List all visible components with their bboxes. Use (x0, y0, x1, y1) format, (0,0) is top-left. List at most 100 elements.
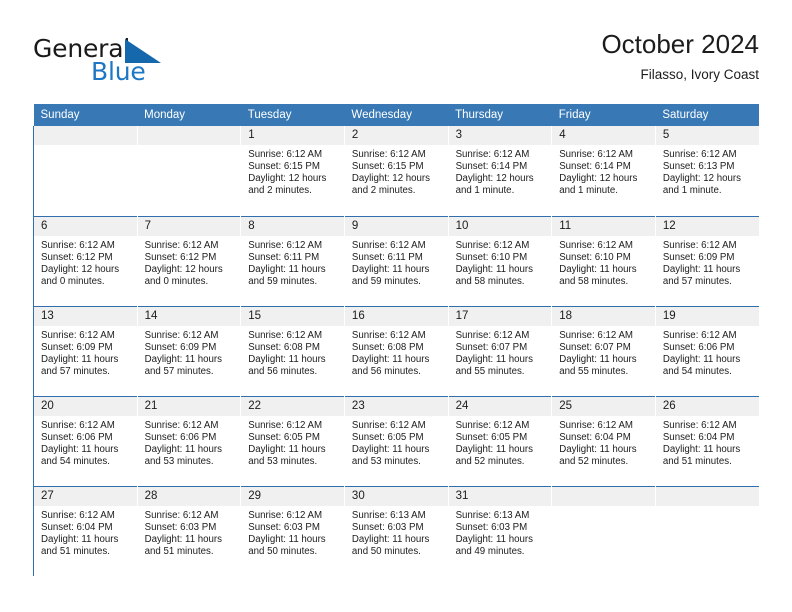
day-number: 20 (34, 396, 137, 416)
sunset-text: Sunset: 6:15 PM (248, 161, 320, 173)
sunset-text: Sunset: 6:15 PM (351, 161, 424, 173)
calendar-cell-day-16[interactable]: 16 Sunrise: 6:12 AM Sunset: 6:08 PM Dayligh… (343, 305, 449, 396)
sunrise-text: Sunrise: 6:12 AM (662, 329, 737, 341)
calendar-cell-day-12[interactable]: 12 Sunrise: 6:12 AM Sunset: 6:09 PM Dayligh… (654, 215, 759, 306)
calendar-cell-day-29[interactable]: 29 Sunrise: 6:12 AM Sunset: 6:03 PM Dayligh… (240, 485, 345, 576)
sunset-text: Sunset: 6:06 PM (41, 431, 113, 443)
calendar-cell-day-4[interactable]: 4 Sunrise: 6:12 AM Sunset: 6:14 PM Daylight… (551, 126, 656, 216)
sunrise-text: Sunrise: 6:12 AM (351, 419, 426, 431)
calendar-cell-day-10[interactable]: 10 Sunrise: 6:12 AM Sunset: 6:10 PM Dayligh… (447, 215, 552, 306)
calendar-cell-day-17[interactable]: 17 Sunrise: 6:12 AM Sunset: 6:07 PM Dayligh… (447, 305, 552, 396)
daylight-text: Daylight: 12 hours and 0 minutes. (41, 263, 120, 287)
day-details: Sunrise: 6:12 AM Sunset: 6:06 PM Daylight:… (34, 416, 137, 468)
calendar-cell-day-30[interactable]: 30 Sunrise: 6:13 AM Sunset: 6:03 PM Dayligh… (343, 485, 449, 576)
sunset-text: Sunset: 6:04 PM (559, 431, 631, 443)
sunrise-text: Sunrise: 6:12 AM (248, 419, 323, 431)
day-number: 10 (448, 216, 552, 236)
day-details: Sunrise: 6:12 AM Sunset: 6:12 PM Daylight:… (138, 236, 241, 288)
daylight-text: Daylight: 11 hours and 57 minutes. (41, 353, 119, 377)
calendar-cell-day-2[interactable]: 2 Sunrise: 6:12 AM Sunset: 6:15 PM Daylight… (343, 126, 449, 216)
calendar-cell-day-24[interactable]: 24 Sunrise: 6:12 AM Sunset: 6:05 PM Dayligh… (447, 395, 552, 486)
calendar-cell-day-1[interactable]: 1 Sunrise: 6:12 AM Sunset: 6:15 PM Daylight… (240, 126, 345, 216)
sunrise-text: Sunrise: 6:12 AM (662, 149, 737, 160)
day-number: 18 (552, 306, 655, 326)
sunrise-text: Sunrise: 6:12 AM (41, 239, 115, 251)
sunrise-text: Sunrise: 6:12 AM (144, 509, 219, 521)
sunrise-text: Sunrise: 6:12 AM (248, 239, 323, 251)
daylight-text: Daylight: 11 hours and 59 minutes. (351, 263, 430, 287)
day-number: 12 (655, 216, 759, 236)
daylight-text: Daylight: 11 hours and 54 minutes. (662, 353, 741, 377)
daylight-text: Daylight: 11 hours and 50 minutes. (351, 533, 430, 557)
calendar-cell-day-7[interactable]: 7 Sunrise: 6:12 AM Sunset: 6:12 PM Daylight… (136, 215, 241, 306)
day-details: Sunrise: 6:12 AM Sunset: 6:09 PM Daylight:… (138, 326, 241, 378)
sunset-text: Sunset: 6:05 PM (455, 431, 528, 443)
sunset-text: Sunset: 6:11 PM (351, 251, 423, 263)
calendar-cell-day-23[interactable]: 23 Sunrise: 6:12 AM Sunset: 6:05 PM Dayligh… (343, 395, 449, 486)
day-number: 7 (137, 216, 241, 236)
sunset-text: Sunset: 6:03 PM (144, 521, 217, 533)
calendar-cell-day-28[interactable]: 28 Sunrise: 6:12 AM Sunset: 6:03 PM Dayligh… (136, 485, 241, 576)
daylight-text: Daylight: 11 hours and 55 minutes. (455, 353, 533, 377)
title-block: October 2024 Filasso, Ivory Coast (601, 28, 759, 84)
day-number: 26 (655, 396, 759, 416)
calendar-cell-day-22[interactable]: 22 Sunrise: 6:12 AM Sunset: 6:05 PM Dayligh… (240, 395, 345, 486)
calendar-cell-day-18[interactable]: 18 Sunrise: 6:12 AM Sunset: 6:07 PM Dayligh… (551, 305, 656, 396)
calendar-cell-empty (654, 485, 759, 576)
daylight-text: Daylight: 12 hours and 1 minute. (662, 173, 741, 197)
day-details: Sunrise: 6:12 AM Sunset: 6:06 PM Daylight:… (138, 416, 241, 468)
calendar-cell-day-15[interactable]: 15 Sunrise: 6:12 AM Sunset: 6:08 PM Dayligh… (240, 305, 345, 396)
day-details: Sunrise: 6:12 AM Sunset: 6:08 PM Daylight:… (345, 326, 448, 378)
weekday-header-sunday: Sunday (33, 104, 138, 126)
calendar-cell-day-21[interactable]: 21 Sunrise: 6:12 AM Sunset: 6:06 PM Dayligh… (136, 395, 241, 486)
calendar-cell-day-6[interactable]: 6 Sunrise: 6:12 AM Sunset: 6:12 PM Daylight… (33, 215, 138, 306)
weekday-header-friday: Friday (551, 104, 656, 126)
sunrise-text: Sunrise: 6:12 AM (351, 239, 426, 251)
sunrise-text: Sunrise: 6:12 AM (559, 239, 633, 251)
calendar-cell-day-19[interactable]: 19 Sunrise: 6:12 AM Sunset: 6:06 PM Dayligh… (654, 305, 759, 396)
weekday-header-wednesday: Wednesday (344, 104, 449, 126)
calendar-cell-day-13[interactable]: 13 Sunrise: 6:12 AM Sunset: 6:09 PM Dayligh… (33, 305, 138, 396)
calendar-cell-day-31[interactable]: 31 Sunrise: 6:13 AM Sunset: 6:03 PM Dayligh… (447, 485, 552, 576)
calendar-cell-day-14[interactable]: 14 Sunrise: 6:12 AM Sunset: 6:09 PM Dayligh… (136, 305, 241, 396)
daylight-text: Daylight: 11 hours and 55 minutes. (559, 353, 637, 377)
day-number: 8 (241, 216, 344, 236)
day-details: Sunrise: 6:12 AM Sunset: 6:05 PM Daylight:… (449, 416, 552, 468)
calendar-cell-day-5[interactable]: 5 Sunrise: 6:12 AM Sunset: 6:13 PM Daylight… (654, 126, 759, 216)
sunset-text: Sunset: 6:08 PM (248, 341, 320, 353)
calendar-cell-day-26[interactable]: 26 Sunrise: 6:12 AM Sunset: 6:04 PM Dayligh… (654, 395, 759, 486)
calendar-cell-day-20[interactable]: 20 Sunrise: 6:12 AM Sunset: 6:06 PM Dayligh… (33, 395, 138, 486)
sunset-text: Sunset: 6:07 PM (455, 341, 528, 353)
day-details: Sunrise: 6:12 AM Sunset: 6:03 PM Daylight:… (138, 506, 241, 558)
day-details: Sunrise: 6:12 AM Sunset: 6:15 PM Daylight:… (241, 145, 344, 197)
calendar-cell-day-27[interactable]: 27 Sunrise: 6:12 AM Sunset: 6:04 PM Dayligh… (33, 485, 138, 576)
calendar-cell-day-9[interactable]: 9 Sunrise: 6:12 AM Sunset: 6:11 PM Daylight… (343, 215, 449, 306)
day-number: 5 (655, 126, 759, 145)
sunrise-text: Sunrise: 6:12 AM (455, 419, 530, 431)
daylight-text: Daylight: 11 hours and 53 minutes. (248, 443, 326, 467)
calendar-cell-day-25[interactable]: 25 Sunrise: 6:12 AM Sunset: 6:04 PM Dayligh… (551, 395, 656, 486)
day-details: Sunrise: 6:12 AM Sunset: 6:08 PM Daylight:… (241, 326, 344, 378)
daylight-text: Daylight: 11 hours and 51 minutes. (144, 533, 223, 557)
weekday-header-tuesday: Tuesday (240, 104, 345, 126)
daylight-text: Daylight: 11 hours and 52 minutes. (559, 443, 637, 467)
calendar-cell-day-11[interactable]: 11 Sunrise: 6:12 AM Sunset: 6:10 PM Dayligh… (551, 215, 656, 306)
brand-logo: General Blue (33, 34, 263, 90)
day-details: Sunrise: 6:12 AM Sunset: 6:14 PM Daylight:… (449, 145, 552, 197)
sunrise-text: Sunrise: 6:12 AM (248, 149, 323, 160)
calendar-grid: Sunday Monday Tuesday Wednesday Thursday Frid… (33, 104, 759, 576)
day-details: Sunrise: 6:12 AM Sunset: 6:06 PM Daylight:… (656, 326, 759, 378)
weekday-header-saturday: Saturday (655, 104, 759, 126)
day-number: 16 (344, 306, 448, 326)
calendar-cell-empty (136, 126, 241, 216)
calendar-cell-day-8[interactable]: 8 Sunrise: 6:12 AM Sunset: 6:11 PM Daylight… (240, 215, 345, 306)
calendar-week-row: 13 Sunrise: 6:12 AM Sunset: 6:09 PM Dayligh… (33, 305, 759, 396)
sunset-text: Sunset: 6:14 PM (559, 161, 631, 173)
daylight-text: Daylight: 12 hours and 1 minute. (559, 173, 638, 197)
calendar-cell-day-3[interactable]: 3 Sunrise: 6:12 AM Sunset: 6:14 PM Daylight… (447, 126, 552, 216)
day-number: 11 (552, 216, 655, 236)
sunset-text: Sunset: 6:09 PM (662, 251, 735, 263)
daylight-text: Daylight: 11 hours and 57 minutes. (662, 263, 741, 287)
day-number: 15 (241, 306, 344, 326)
day-details: Sunrise: 6:12 AM Sunset: 6:13 PM Daylight:… (656, 145, 759, 197)
